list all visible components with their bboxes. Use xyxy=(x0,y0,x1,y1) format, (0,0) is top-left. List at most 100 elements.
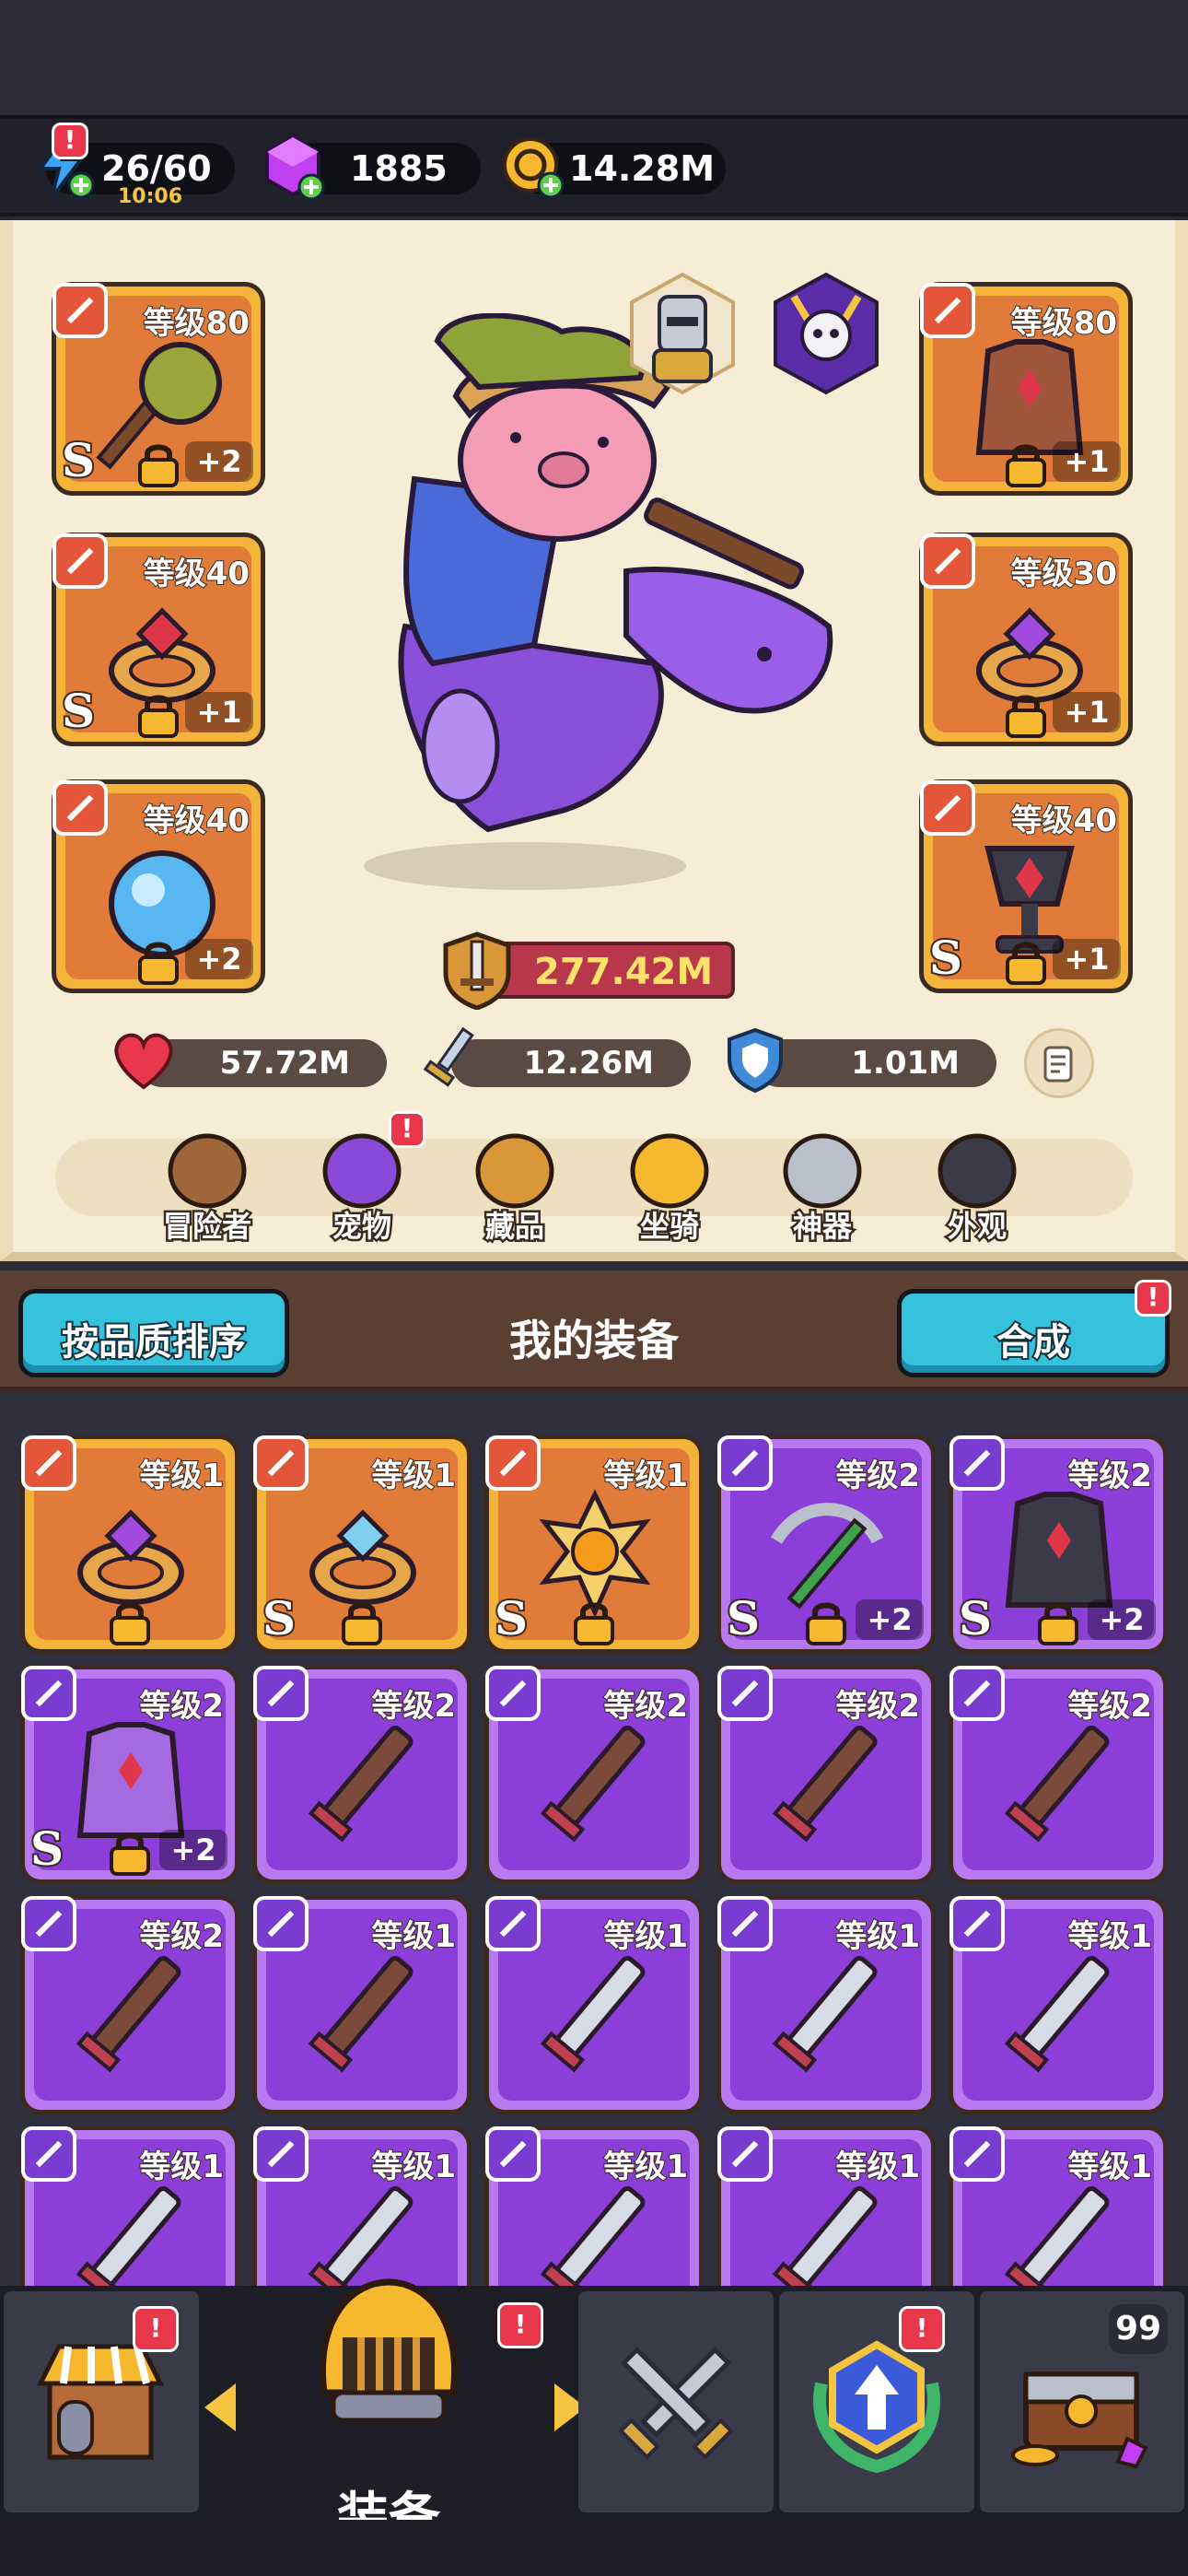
gold-counter[interactable]: 14.28M xyxy=(503,137,726,199)
equipment-slot[interactable]: 等级2 xyxy=(484,1665,704,1884)
equipment-slot[interactable]: 等级80 +1 xyxy=(919,282,1133,496)
scimitar-icon xyxy=(772,2186,878,2286)
mount-tab-icon xyxy=(630,1133,709,1209)
weapon-icon xyxy=(21,1896,76,1951)
s-rank-mark: S xyxy=(261,1589,297,1647)
nav-equipment[interactable]: ! 装备 xyxy=(204,2278,586,2547)
mount-tab[interactable]: 坐骑 xyxy=(610,1120,729,1247)
knight-companion-icon[interactable] xyxy=(623,269,742,398)
nav-prev-arrow[interactable] xyxy=(204,2383,236,2431)
artifact-tab-icon xyxy=(783,1133,862,1209)
gem-value: 1885 xyxy=(350,148,448,189)
equipment-slot[interactable]: 等级2 xyxy=(716,1665,936,1884)
equipment-slot[interactable]: 等级1 xyxy=(484,2125,704,2286)
equipment-slot[interactable]: 等级2 S +2 xyxy=(716,1434,936,1654)
collection-tab-icon xyxy=(475,1133,554,1209)
slot-level: 等级2 xyxy=(138,1917,225,1956)
weapon-icon xyxy=(949,1896,1005,1951)
equipment-slot[interactable]: 等级1 xyxy=(716,1895,936,2114)
slot-level: 等级1 xyxy=(602,1457,689,1495)
home-indicator-area xyxy=(0,2520,1188,2576)
weapon-icon xyxy=(253,2126,309,2182)
lock-icon xyxy=(1038,1602,1078,1645)
equipment-slot[interactable]: 等级2 xyxy=(252,1665,472,1884)
slot-level: 等级1 xyxy=(602,1917,689,1956)
slot-level: 等级40 xyxy=(143,802,250,840)
equipment-slot[interactable]: 等级1 xyxy=(949,2125,1168,2286)
stats-detail-button[interactable] xyxy=(1024,1028,1094,1098)
lock-icon xyxy=(138,942,179,985)
steel-sword-icon xyxy=(1004,1956,1110,2073)
lock-icon xyxy=(1006,444,1046,487)
lock-icon xyxy=(110,1602,150,1645)
power-sword-shield-icon xyxy=(443,931,511,1010)
steel-sword-icon xyxy=(540,2186,646,2286)
tab-label: 坐骑 xyxy=(637,1207,701,1247)
tab-label: 外观 xyxy=(945,1207,1008,1247)
equipment-slot[interactable]: 等级1 xyxy=(484,1895,704,2114)
helmet-icon xyxy=(320,2278,458,2423)
appearance-tab[interactable]: 外观 xyxy=(917,1120,1037,1247)
equipment-slot[interactable]: 等级2 xyxy=(20,1895,239,2114)
steel-sword-icon xyxy=(772,1956,878,2073)
equipment-slot[interactable]: 等级1 xyxy=(716,2125,936,2286)
equipment-slot[interactable]: 等级1 xyxy=(252,1895,472,2114)
slot-level: 等级30 xyxy=(1010,555,1118,593)
equipment-slot[interactable]: 等级1 S xyxy=(252,1434,472,1654)
nav-battle[interactable] xyxy=(578,2291,774,2512)
demon-companion-icon[interactable] xyxy=(766,269,886,398)
equipment-slot[interactable]: 等级40 +2 xyxy=(52,779,265,993)
equipment-slot[interactable]: 等级2 S +2 xyxy=(949,1434,1168,1654)
equipment-slot[interactable]: 等级1 xyxy=(20,1434,239,1654)
weapon-icon xyxy=(485,1666,541,1721)
merge-button[interactable]: 合成 xyxy=(897,1289,1170,1377)
nav-treasure[interactable]: 99 xyxy=(980,2291,1184,2512)
equipment-slot[interactable]: 等级30 +1 xyxy=(919,533,1133,746)
equipment-slot[interactable]: 等级1 S xyxy=(484,1434,704,1654)
enhance-level: +2 xyxy=(185,441,253,482)
upgrade-alert-badge: ! xyxy=(899,2306,945,2352)
ring-icon xyxy=(21,1435,76,1491)
equipment-slot[interactable]: 等级1 xyxy=(20,2125,239,2286)
gem-icon xyxy=(265,135,325,201)
enhance-level: +1 xyxy=(185,692,253,732)
artifact-tab[interactable]: 神器 xyxy=(763,1120,882,1247)
equipment-slot[interactable]: 等级1 xyxy=(949,1895,1168,2114)
steel-sword-icon xyxy=(76,2186,181,2286)
nav-upgrade[interactable]: ! xyxy=(779,2291,974,2512)
tab-label: 冒险者 xyxy=(160,1207,253,1247)
merge-button-label: 合成 xyxy=(995,1319,1072,1365)
adventurer-tab[interactable]: 冒险者 xyxy=(147,1120,267,1247)
wooden-sword-icon xyxy=(76,1956,181,2073)
lock-icon xyxy=(1006,695,1046,738)
equipment-slot[interactable]: 等级80 S +2 xyxy=(52,282,265,496)
equipment-slot[interactable]: 等级1 xyxy=(252,2125,472,2286)
weapon-icon xyxy=(717,1435,773,1491)
inventory-header: 按品质排序 我的装备 合成 ! xyxy=(0,1270,1188,1392)
weapon-icon xyxy=(949,1666,1005,1721)
lock-icon xyxy=(110,1832,150,1876)
wooden-sword-icon xyxy=(308,1726,413,1843)
equipment-slot[interactable]: 等级2 xyxy=(949,1665,1168,1884)
slot-level: 等级1 xyxy=(370,2148,457,2186)
equipment-slot[interactable]: 等级40 S +1 xyxy=(919,779,1133,993)
equipment-slot[interactable]: 等级40 S +1 xyxy=(52,533,265,746)
necklace-icon xyxy=(52,780,108,836)
equipment-slot[interactable]: 等级2 S +2 xyxy=(20,1665,239,1884)
heart-icon xyxy=(114,1033,173,1090)
gold-coin-icon xyxy=(503,137,565,199)
pet-alert-badge: ! xyxy=(389,1111,425,1148)
wooden-sword-icon xyxy=(308,1956,413,2073)
resource-bar: 26/60 ! 10:06 1885 14.28M xyxy=(0,115,1188,217)
gold-value: 14.28M xyxy=(569,148,716,189)
weapon-icon xyxy=(717,1896,773,1951)
collection-tab[interactable]: 藏品 xyxy=(455,1120,575,1247)
bottom-nav: ! ! 装备 ! 99 xyxy=(0,2278,1188,2576)
lock-icon xyxy=(574,1602,614,1645)
slot-level: 等级1 xyxy=(834,1917,921,1956)
slot-level: 等级2 xyxy=(370,1687,457,1726)
gem-counter[interactable]: 1885 xyxy=(265,135,481,201)
hero-character[interactable] xyxy=(350,313,866,903)
s-rank-mark: S xyxy=(29,1820,65,1878)
nav-shop[interactable]: ! xyxy=(4,2291,199,2512)
